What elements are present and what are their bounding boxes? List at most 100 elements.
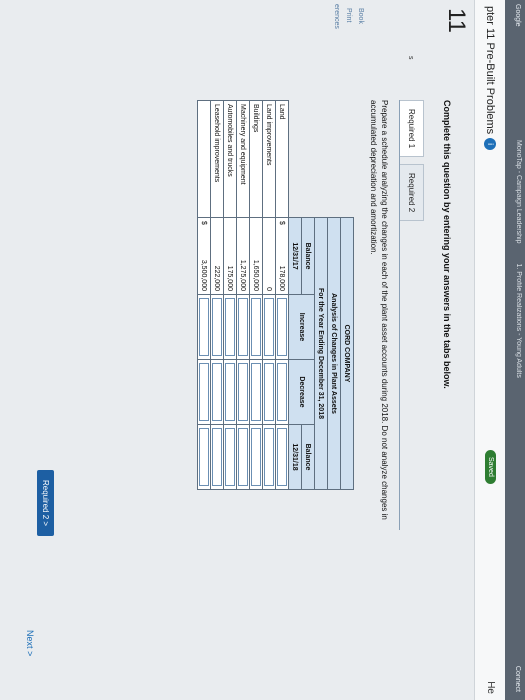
decrease-input[interactable]: [277, 363, 287, 421]
col-header-balance-open-date: 12/31/17: [288, 217, 302, 295]
required-2-button[interactable]: Required 2 >: [37, 470, 54, 537]
total-ending-input[interactable]: [199, 428, 209, 486]
currency-sign: [223, 217, 237, 232]
ending-balance-input[interactable]: [225, 428, 235, 486]
increase-input[interactable]: [251, 298, 261, 356]
saved-badge: Saved: [485, 450, 496, 484]
decrease-input[interactable]: [238, 363, 248, 421]
currency-sign: [262, 217, 276, 232]
increase-input-cell[interactable]: [210, 294, 224, 360]
currency-sign: $: [275, 217, 289, 232]
page-title-text: pter 11 Pre-Built Problems: [484, 6, 496, 135]
browser-tabs: MonoTap - Campaign Leadership 1. Profile…: [515, 140, 522, 396]
side-mark: s: [407, 56, 414, 60]
blank-cell: [302, 101, 315, 218]
info-icon[interactable]: i: [483, 138, 496, 151]
currency-sign: [249, 217, 263, 232]
browser-left-label[interactable]: Google: [514, 4, 521, 27]
ending-balance-input-cell[interactable]: [262, 424, 276, 490]
increase-input[interactable]: [264, 298, 274, 356]
ending-balance-input[interactable]: [238, 428, 248, 486]
ending-balance-input-cell[interactable]: [210, 424, 224, 490]
currency-sign: [210, 217, 224, 232]
total-increase-input[interactable]: [199, 298, 209, 356]
table-row: Land improvements 0: [262, 100, 276, 490]
decrease-input-cell[interactable]: [223, 359, 237, 425]
currency-sign: $: [197, 217, 211, 232]
total-balance-value: 3,500,000: [197, 232, 211, 295]
ending-balance-input-cell[interactable]: [223, 424, 237, 490]
tab-required-2[interactable]: Required 2: [400, 164, 424, 222]
increase-input-cell[interactable]: [262, 294, 276, 360]
table-row: Machinery and equipment 1,275,000: [236, 100, 250, 490]
decrease-input[interactable]: [264, 363, 274, 421]
page-title: pter 11 Pre-Built Problems i: [483, 6, 496, 151]
balance-value: 175,000: [223, 232, 237, 295]
total-decrease-input[interactable]: [199, 363, 209, 421]
decrease-input-cell[interactable]: [249, 359, 263, 425]
decrease-input-cell[interactable]: [210, 359, 224, 425]
total-decrease-input-cell[interactable]: [197, 359, 211, 425]
total-row: $ 3,500,000: [197, 100, 211, 490]
col-header-decrease: Decrease: [288, 359, 315, 425]
blank-cell: [289, 101, 302, 218]
decrease-input[interactable]: [212, 363, 222, 421]
schedule-title: Analysis of Changes in Plant Assets: [327, 217, 341, 490]
question-content: Complete this question by entering your …: [0, 100, 474, 680]
app-header: pter 11 Pre-Built Problems i Saved He: [474, 0, 505, 700]
ending-balance-input[interactable]: [251, 428, 261, 486]
row-label: Buildings: [249, 100, 263, 218]
increase-input-cell[interactable]: [275, 294, 289, 360]
schedule-table: CORD COMPANY Analysis of Changes in Plan…: [197, 100, 354, 490]
increase-input[interactable]: [212, 298, 222, 356]
col-header-balance-close-date: 12/31/18: [288, 424, 302, 490]
total-ending-input-cell[interactable]: [197, 424, 211, 490]
increase-input-cell[interactable]: [249, 294, 263, 360]
references-link[interactable]: erences: [333, 4, 340, 29]
help-link[interactable]: He: [485, 681, 496, 694]
increase-input[interactable]: [225, 298, 235, 356]
decrease-input-cell[interactable]: [275, 359, 289, 425]
increase-input-cell[interactable]: [223, 294, 237, 360]
table-row: Land $ 178,000: [275, 100, 289, 490]
tab-required-1[interactable]: Required 1: [400, 100, 424, 158]
balance-value: 1,650,000: [249, 232, 263, 295]
decrease-input[interactable]: [251, 363, 261, 421]
balance-value: 222,000: [210, 232, 224, 295]
decrease-input-cell[interactable]: [262, 359, 276, 425]
schedule-period: For the Year Ending December 31, 2018: [314, 217, 328, 490]
decrease-input[interactable]: [225, 363, 235, 421]
balance-value: 0: [262, 232, 276, 295]
total-label-cell: [197, 100, 211, 218]
print-link[interactable]: Print: [345, 8, 352, 22]
question-number: 11: [443, 8, 470, 33]
row-label: Land improvements: [262, 100, 276, 218]
col-header-increase: Increase: [288, 294, 315, 360]
currency-sign: [236, 217, 250, 232]
total-increase-input-cell[interactable]: [197, 294, 211, 360]
ending-balance-input[interactable]: [277, 428, 287, 486]
ending-balance-input-cell[interactable]: [249, 424, 263, 490]
ending-balance-input[interactable]: [264, 428, 274, 486]
table-row: Leasehold improvements 222,000: [210, 100, 224, 490]
browser-tab[interactable]: 1. Profile Realizations - Young Adults: [515, 263, 522, 377]
browser-tab[interactable]: MonoTap - Campaign Leadership: [515, 140, 522, 244]
ending-balance-input-cell[interactable]: [275, 424, 289, 490]
company-name: CORD COMPANY: [340, 217, 354, 490]
screenshot-stage: Google MonoTap - Campaign Leadership 1. …: [0, 0, 525, 700]
row-label: Automobiles and trucks: [223, 100, 237, 218]
balance-value: 1,275,000: [236, 232, 250, 295]
increase-input[interactable]: [238, 298, 248, 356]
next-button[interactable]: Next >: [25, 630, 35, 656]
ending-balance-input[interactable]: [212, 428, 222, 486]
prompt-text: Prepare a schedule analyzing the changes…: [369, 100, 389, 520]
col-header-balance-open: Balance: [301, 217, 315, 295]
blank-cell: [341, 101, 354, 218]
decrease-input-cell[interactable]: [236, 359, 250, 425]
required-tabs: Required 1 Required 2: [399, 100, 424, 530]
book-link[interactable]: Book: [357, 8, 364, 24]
ending-balance-input-cell[interactable]: [236, 424, 250, 490]
browser-tab-connect[interactable]: Connect: [514, 666, 521, 692]
increase-input[interactable]: [277, 298, 287, 356]
increase-input-cell[interactable]: [236, 294, 250, 360]
